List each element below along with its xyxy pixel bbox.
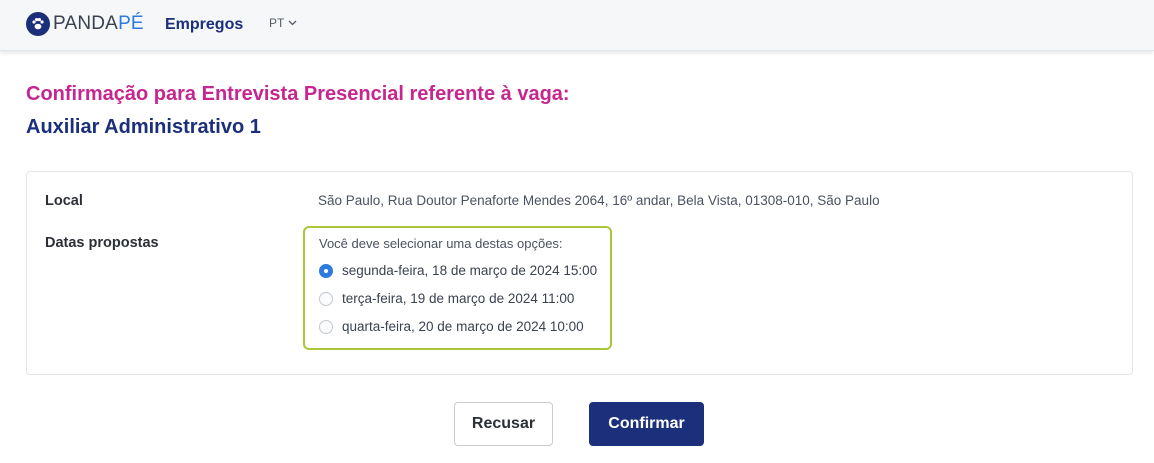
address-value: São Paulo, Rua Doutor Penaforte Mendes 2… (318, 193, 880, 208)
date-option-label: quarta-feira, 20 de março de 2024 10:00 (342, 319, 584, 334)
local-label: Local (45, 193, 83, 209)
date-option-2[interactable]: terça-feira, 19 de março de 2024 11:00 (319, 291, 574, 306)
date-options-group: Você deve selecionar uma destas opções: … (303, 226, 612, 350)
paw-icon (26, 12, 50, 36)
confirm-button[interactable]: Confirmar (589, 402, 704, 446)
proposed-dates-label: Datas propostas (45, 235, 159, 251)
date-option-label: segunda-feira, 18 de março de 2024 15:00 (342, 263, 598, 278)
date-option-3[interactable]: quarta-feira, 20 de março de 2024 10:00 (319, 319, 584, 334)
language-label: PT (269, 16, 285, 30)
page-title: Confirmação para Entrevista Presencial r… (26, 83, 570, 105)
date-option-1[interactable]: segunda-feira, 18 de março de 2024 15:00 (319, 263, 597, 278)
language-selector[interactable]: PT (269, 16, 297, 30)
logo-text: PANDAPÉ (53, 13, 144, 34)
radio-button[interactable] (319, 319, 333, 334)
date-option-label: terça-feira, 19 de março de 2024 11:00 (342, 291, 575, 306)
radio-button[interactable] (319, 291, 333, 306)
top-navigation-bar: PANDAPÉ Empregos PT (0, 0, 1154, 51)
refuse-button[interactable]: Recusar (454, 402, 553, 446)
radio-button-selected[interactable] (319, 263, 333, 278)
pandape-logo[interactable]: PANDAPÉ (26, 12, 144, 36)
date-options-hint: Você deve selecionar uma destas opções: (319, 236, 563, 251)
nav-link-jobs[interactable]: Empregos (165, 16, 243, 34)
job-title: Auxiliar Administrativo 1 (26, 116, 261, 138)
chevron-down-icon (288, 20, 297, 26)
